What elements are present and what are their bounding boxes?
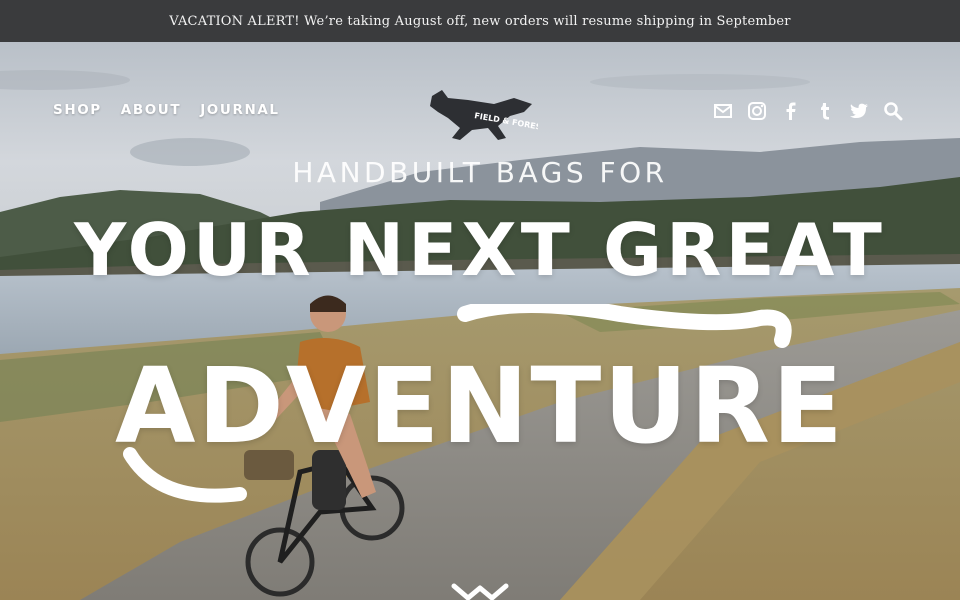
utility-icons	[712, 100, 904, 122]
primary-nav: SHOP ABOUT JOURNAL	[53, 102, 280, 118]
nav-about[interactable]: ABOUT	[121, 102, 181, 118]
announcement-bar: VACATION ALERT! We’re taking August off,…	[0, 0, 960, 42]
tumblr-icon[interactable]	[814, 100, 836, 122]
search-icon[interactable]	[882, 100, 904, 122]
facebook-icon[interactable]	[780, 100, 802, 122]
hero-headline-line2: ADVENTURE	[115, 345, 845, 467]
hero-tagline: HANDBUILT BAGS FOR	[292, 156, 668, 189]
announcement-text: VACATION ALERT! We’re taking August off,…	[169, 13, 791, 29]
mail-icon[interactable]	[712, 100, 734, 122]
hero-headline-line1: YOUR NEXT GREAT	[74, 208, 886, 292]
twitter-icon[interactable]	[848, 100, 870, 122]
instagram-icon[interactable]	[746, 100, 768, 122]
hero-banner: SHOP ABOUT JOURNAL FIELD & FOREST HANDBU…	[0, 42, 960, 600]
nav-journal[interactable]: JOURNAL	[200, 102, 279, 118]
nav-shop[interactable]: SHOP	[53, 102, 102, 118]
scroll-down-icon[interactable]	[448, 582, 512, 600]
field-and-forest-logo[interactable]: FIELD & FOREST	[428, 84, 538, 144]
